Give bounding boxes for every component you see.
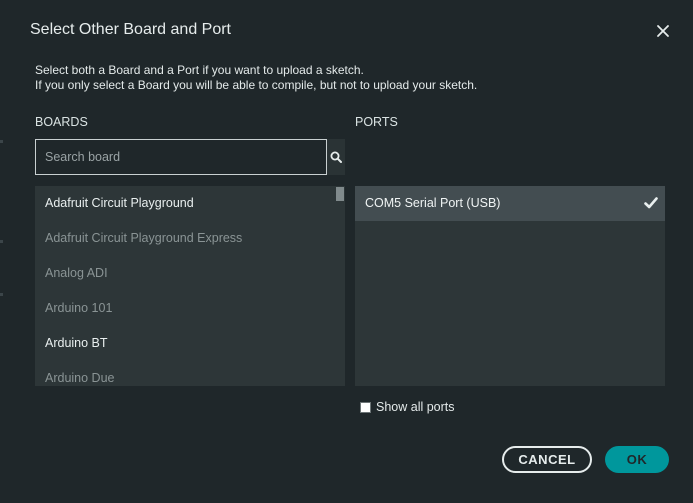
boards-list: Adafruit Circuit Playground Adafruit Cir…: [35, 186, 345, 386]
select-board-port-dialog: Select Other Board and Port Select both …: [0, 0, 693, 503]
ok-button[interactable]: OK: [605, 446, 669, 473]
board-item[interactable]: Arduino 101: [45, 298, 112, 318]
search-button[interactable]: [327, 139, 345, 175]
board-item[interactable]: Adafruit Circuit Playground Express: [45, 228, 242, 248]
boards-heading: BOARDS: [35, 115, 88, 129]
board-item[interactable]: Arduino Due: [45, 368, 115, 386]
show-all-ports: Show all ports: [359, 399, 455, 415]
cancel-button[interactable]: CANCEL: [502, 446, 592, 473]
search-icon: [330, 151, 342, 163]
port-label: COM5 Serial Port (USB): [365, 196, 501, 210]
board-item[interactable]: Arduino BT: [45, 333, 108, 353]
checkmark-icon: [644, 197, 658, 209]
close-button[interactable]: [653, 21, 673, 41]
board-item[interactable]: Analog ADI: [45, 263, 108, 283]
description-line-2: If you only select a Board you will be a…: [35, 78, 478, 92]
search-board-input[interactable]: [35, 139, 327, 175]
dialog-title: Select Other Board and Port: [30, 21, 231, 38]
board-item[interactable]: Adafruit Circuit Playground: [45, 193, 194, 213]
boards-scrollbar[interactable]: [335, 186, 345, 386]
show-all-ports-label[interactable]: Show all ports: [376, 400, 455, 414]
ports-heading: PORTS: [355, 115, 398, 129]
dialog-description: Select both a Board and a Port if you wa…: [35, 63, 477, 93]
close-icon: [657, 25, 669, 37]
show-all-ports-checkbox[interactable]: [360, 401, 371, 413]
ports-list: COM5 Serial Port (USB): [355, 186, 665, 386]
description-line-1: Select both a Board and a Port if you wa…: [35, 63, 364, 77]
port-item[interactable]: COM5 Serial Port (USB): [355, 186, 665, 221]
boards-scrollbar-thumb[interactable]: [336, 187, 344, 201]
board-search: [35, 139, 345, 175]
